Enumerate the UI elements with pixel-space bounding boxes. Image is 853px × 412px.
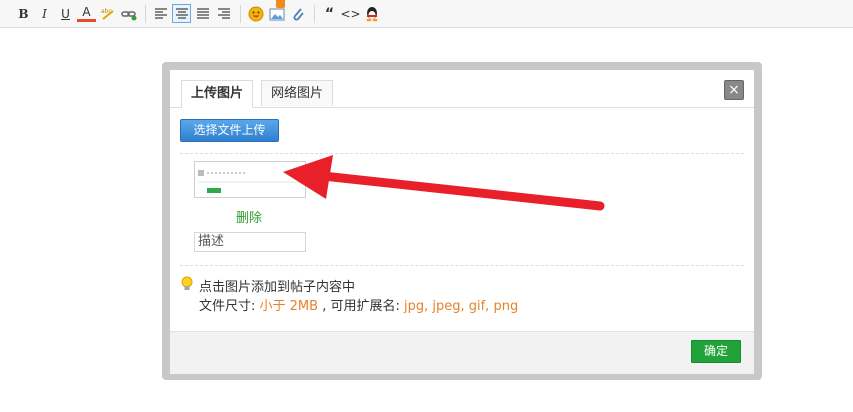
thumbnail-preview: [195, 162, 305, 197]
attachment-icon[interactable]: [288, 4, 307, 23]
tab-web-image[interactable]: 网络图片: [261, 80, 334, 106]
divider: [180, 153, 744, 154]
dialog-tabs: 上传图片 网络图片 ×: [170, 70, 754, 108]
code-icon[interactable]: <>: [340, 4, 360, 23]
quote-icon[interactable]: “: [320, 4, 339, 23]
extension-label: , 可用扩展名:: [318, 299, 404, 314]
file-size-info: 文件尺寸: 小于 2MB , 可用扩展名: jpg, jpeg, gif, pn…: [199, 295, 518, 314]
toolbar-divider: [240, 4, 241, 23]
toolbar-divider: [314, 4, 315, 23]
editor-toolbar: B I U A abc “ <>: [0, 0, 853, 28]
uploaded-image-thumbnail[interactable]: [194, 161, 306, 198]
italic-icon[interactable]: I: [35, 4, 54, 23]
bold-icon[interactable]: B: [14, 4, 33, 23]
notification-badge-icon: [276, 0, 285, 8]
image-upload-dialog: 上传图片 网络图片 × 选择文件上传 删除 描述 点击图片添加到帖子内容中 文件…: [170, 70, 754, 374]
allowed-extensions: jpg, jpeg, gif, png: [403, 299, 519, 314]
emoji-icon[interactable]: [246, 4, 265, 23]
qq-icon[interactable]: [362, 4, 381, 23]
divider: [180, 265, 744, 266]
align-center-icon[interactable]: [172, 4, 191, 23]
align-right-icon[interactable]: [214, 4, 233, 23]
image-description-input[interactable]: 描述: [194, 232, 306, 252]
align-left-icon[interactable]: [151, 4, 170, 23]
close-icon[interactable]: ×: [724, 80, 744, 100]
link-icon[interactable]: [119, 4, 138, 23]
lightbulb-icon: [181, 276, 193, 290]
delete-image-link[interactable]: 删除: [236, 207, 262, 226]
spellcheck-icon[interactable]: abc: [98, 4, 117, 23]
toolbar-divider: [145, 4, 146, 23]
tip-text: 点击图片添加到帖子内容中: [199, 280, 356, 295]
size-limit: 小于 2MB: [259, 299, 319, 314]
select-file-upload-button[interactable]: 选择文件上传: [180, 119, 279, 142]
dialog-footer: 确定: [170, 331, 754, 374]
image-icon[interactable]: [267, 0, 286, 23]
align-justify-icon[interactable]: [193, 4, 212, 23]
underline-icon[interactable]: U: [56, 4, 75, 23]
size-label: 文件尺寸:: [199, 299, 260, 314]
tab-upload-image[interactable]: 上传图片: [181, 80, 254, 108]
confirm-button[interactable]: 确定: [691, 340, 741, 363]
font-color-icon[interactable]: A: [77, 5, 96, 22]
